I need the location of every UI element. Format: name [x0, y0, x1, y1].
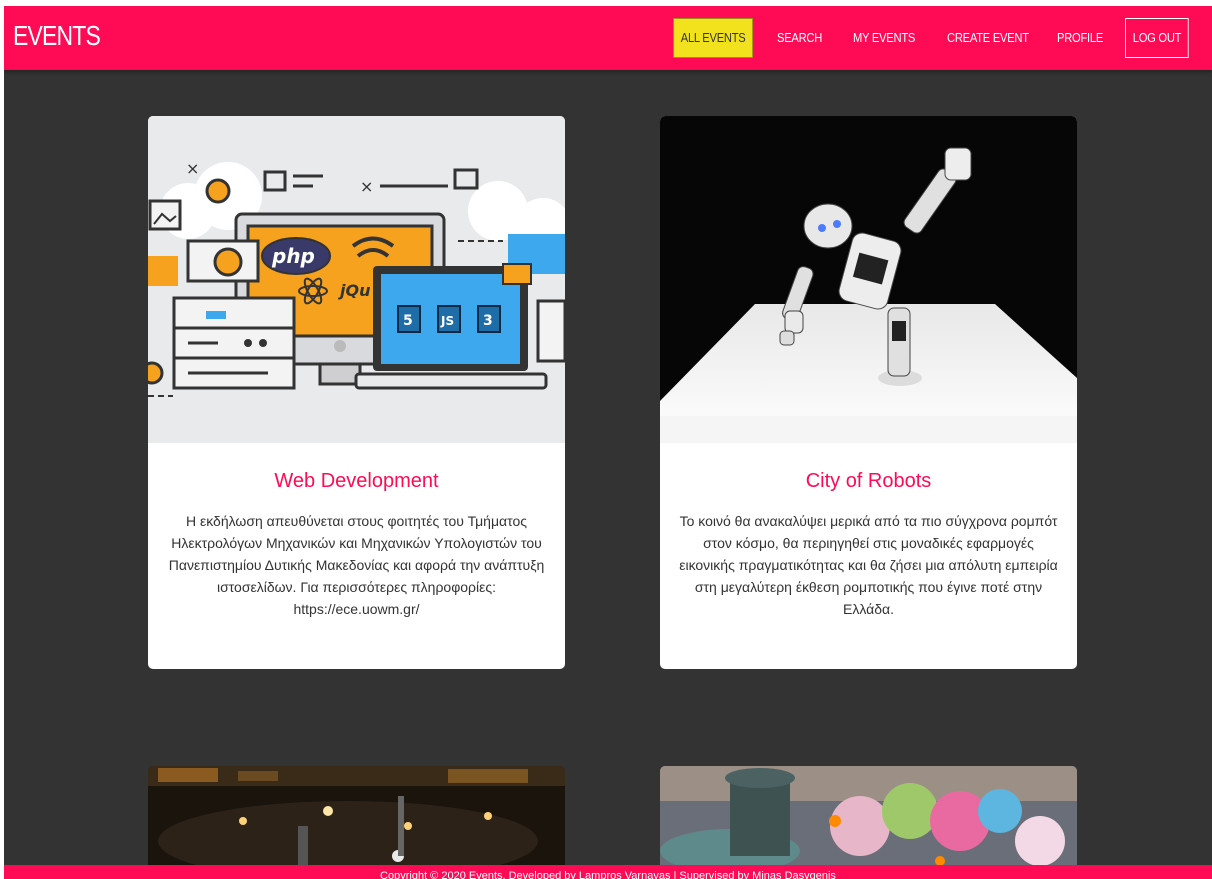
event-card[interactable]	[660, 766, 1077, 876]
event-title[interactable]: Web Development	[148, 470, 565, 493]
event-image-web-development[interactable]: × × php jQu 5 JS 3	[148, 116, 565, 443]
event-image-city-of-robots[interactable]	[660, 116, 1077, 443]
svg-text:JS: JS	[440, 314, 454, 328]
event-card[interactable]: City of Robots Το κοινό θα ανακαλύψει με…	[660, 116, 1077, 669]
nav-all-events[interactable]: ALL EVENTS	[673, 18, 754, 58]
page: EVENTS ALL EVENTS SEARCH MY EVENTS CREAT…	[4, 6, 1212, 879]
nav-profile[interactable]: PROFILE	[1057, 18, 1103, 58]
nav-create-event[interactable]: CREATE EVENT	[947, 18, 1029, 58]
svg-text:php: php	[271, 244, 315, 268]
svg-text:3: 3	[483, 313, 493, 329]
event-description: Το κοινό θα ανακαλύψει μερικά από τα πιο…	[679, 513, 1058, 617]
svg-text:×: ×	[186, 159, 199, 178]
nav-my-events[interactable]: MY EVENTS	[853, 18, 915, 58]
event-card[interactable]	[148, 766, 565, 876]
footer: Copyright © 2020 Events. Developed by La…	[4, 865, 1212, 879]
event-image-city-square-night[interactable]	[148, 766, 565, 876]
logout-button[interactable]: LOG OUT	[1125, 18, 1190, 58]
svg-text:5: 5	[403, 313, 413, 329]
event-card[interactable]: × × php jQu 5 JS 3 Web Development Η εκδ…	[148, 116, 565, 669]
svg-text:jQu: jQu	[337, 281, 370, 300]
event-title[interactable]: City of Robots	[660, 470, 1077, 493]
navbar: EVENTS ALL EVENTS SEARCH MY EVENTS CREAT…	[4, 6, 1212, 70]
event-image-carnival[interactable]	[660, 766, 1077, 876]
svg-text:×: ×	[360, 177, 373, 196]
nav-search[interactable]: SEARCH	[777, 18, 822, 58]
brand-logo[interactable]: EVENTS	[13, 20, 101, 52]
event-description: Η εκδήλωση απευθύνεται στους φοιτητές το…	[168, 513, 545, 617]
